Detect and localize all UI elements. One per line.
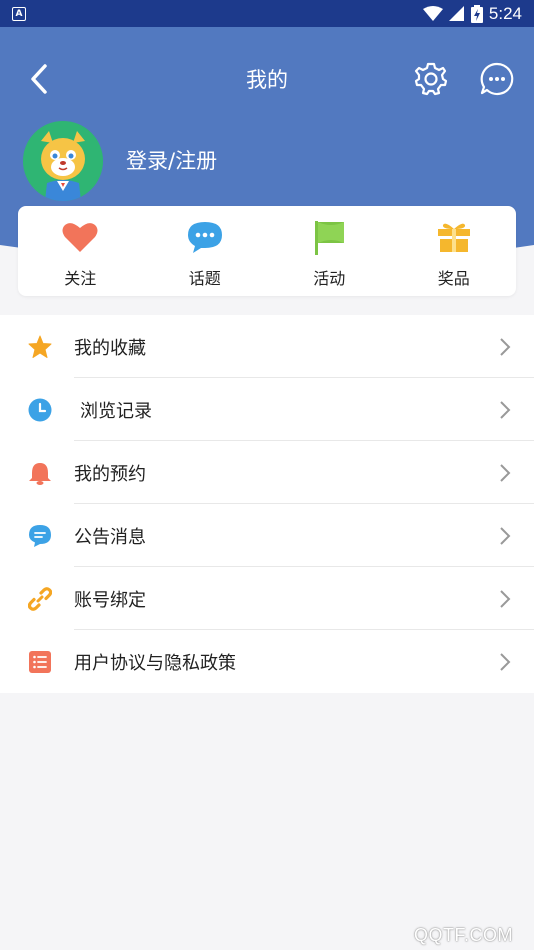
chat-bubble-icon: [480, 62, 514, 96]
settings-button[interactable]: [413, 61, 449, 97]
menu-label: 公告消息: [74, 527, 146, 548]
menu-item-favorites[interactable]: 我的收藏: [0, 315, 534, 378]
menu-label: 用户协议与隐私政策: [74, 653, 236, 674]
wifi-icon: [422, 5, 443, 21]
quick-prize[interactable]: 奖品: [392, 206, 517, 296]
login-register-link[interactable]: 登录/注册: [126, 145, 217, 175]
quick-actions-card: 关注 话题 活动 奖品: [18, 206, 516, 296]
chevron-right-icon: [500, 338, 511, 356]
gift-icon: [437, 223, 470, 252]
menu-item-account-binding[interactable]: 账号绑定: [0, 567, 534, 630]
flag-icon: [315, 221, 345, 255]
page-title: 我的: [246, 68, 288, 92]
heart-icon: [62, 223, 98, 252]
chat-bubble-icon: [187, 222, 222, 253]
app-notification-icon: A: [12, 6, 26, 21]
star-icon: [28, 335, 52, 358]
status-time: 5:24: [488, 3, 522, 23]
menu-label: 我的收藏: [74, 338, 146, 359]
watermark: QQTF.COM: [414, 925, 513, 945]
battery-icon: [470, 4, 483, 23]
bell-icon: [29, 463, 51, 485]
gear-icon: [414, 62, 448, 96]
signal-icon: [448, 5, 464, 21]
menu-label: 浏览记录: [80, 401, 152, 422]
menu-label: 我的预约: [74, 464, 146, 485]
chevron-right-icon: [500, 464, 511, 482]
menu-item-privacy-policy[interactable]: 用户协议与隐私政策: [0, 630, 534, 693]
message-button[interactable]: [479, 61, 515, 97]
clock-icon: [28, 398, 52, 422]
quick-activity[interactable]: 活动: [267, 206, 392, 296]
quick-label-follow: 关注: [64, 269, 97, 288]
menu-item-reservations[interactable]: 我的预约: [0, 441, 534, 504]
link-icon: [28, 587, 52, 611]
quick-follow[interactable]: 关注: [18, 206, 143, 296]
chevron-right-icon: [500, 653, 511, 671]
document-list-icon: [29, 651, 51, 673]
menu-list: 我的收藏 浏览记录 我的预约 公告消息 账号绑定 用户协议与隐私政策: [0, 315, 534, 693]
cat-mascot-icon: [23, 121, 103, 201]
quick-topic[interactable]: 话题: [143, 206, 268, 296]
quick-label-topic: 话题: [188, 269, 221, 288]
menu-item-announcements[interactable]: 公告消息: [0, 504, 534, 567]
avatar[interactable]: [23, 121, 103, 201]
status-bar: A 5:24: [0, 0, 534, 27]
message-icon: [29, 525, 51, 547]
quick-label-activity: 活动: [313, 269, 346, 288]
menu-item-history[interactable]: 浏览记录: [0, 378, 534, 441]
chevron-right-icon: [500, 401, 511, 419]
chevron-right-icon: [500, 527, 511, 545]
menu-label: 账号绑定: [74, 590, 146, 611]
quick-label-prize: 奖品: [437, 269, 470, 288]
chevron-right-icon: [500, 590, 511, 608]
